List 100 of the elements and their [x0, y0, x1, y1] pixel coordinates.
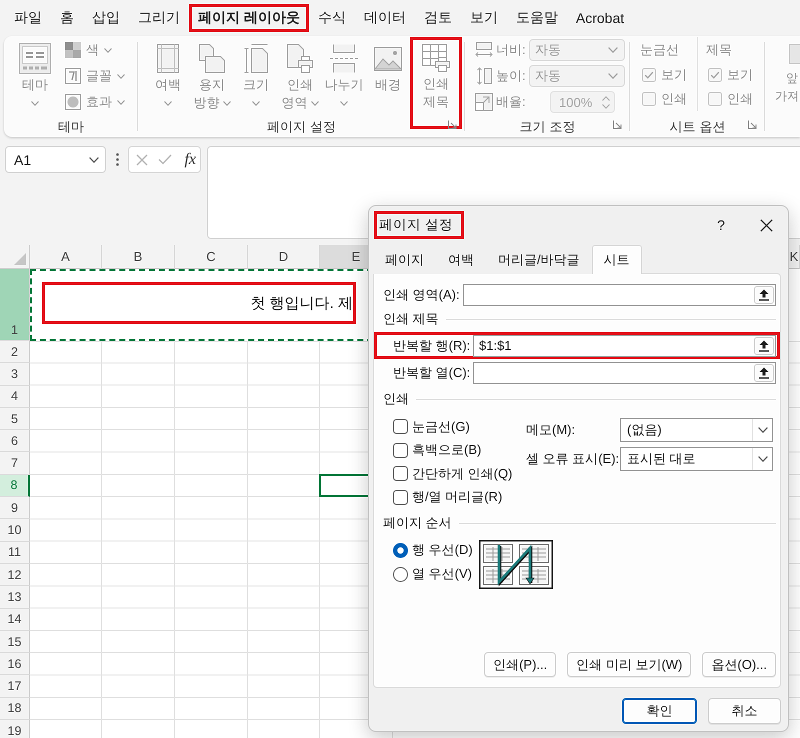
- field-label: 배율:: [496, 93, 527, 111]
- cell-text: 첫 행입니다. 제: [250, 294, 353, 312]
- collapse-button[interactable]: [754, 286, 774, 304]
- menu-tab[interactable]: 파일: [5, 4, 51, 32]
- row-header[interactable]: 1: [0, 269, 30, 341]
- row-header[interactable]: 2: [0, 341, 30, 364]
- help-button[interactable]: ?: [707, 211, 735, 239]
- checkbox[interactable]: [393, 419, 408, 434]
- row-header[interactable]: 12: [0, 564, 30, 586]
- page-break-icon: [330, 44, 358, 73]
- checkbox[interactable]: [642, 92, 656, 106]
- row-header[interactable]: 17: [0, 675, 30, 698]
- chevron-down-icon: [608, 47, 618, 53]
- column-header[interactable]: B: [102, 245, 175, 269]
- dialog-button[interactable]: 인쇄 미리 보기(W): [567, 652, 692, 677]
- radio-label[interactable]: 행 우선(D): [412, 541, 473, 559]
- radio-label[interactable]: 열 우선(V): [412, 565, 472, 583]
- chevron-down-icon: [89, 156, 99, 162]
- dialog-launcher-button[interactable]: [448, 120, 458, 130]
- dropdown-field[interactable]: (없음): [620, 418, 773, 442]
- chevron-down-icon: [608, 73, 618, 79]
- menu-tab[interactable]: Acrobat: [566, 4, 634, 32]
- input-field[interactable]: [463, 284, 776, 306]
- radio-button[interactable]: [393, 542, 408, 558]
- row-header[interactable]: 16: [0, 653, 30, 676]
- arrow-up-icon: [759, 366, 769, 378]
- checkbox[interactable]: [708, 68, 722, 82]
- checkbox-label[interactable]: 행/열 머리글(R): [412, 488, 502, 506]
- circle-icon: [65, 94, 81, 110]
- resize-box-icon: [475, 93, 493, 111]
- checkbox-label[interactable]: 간단하게 인쇄(Q): [412, 464, 512, 483]
- page-printer-icon: [287, 44, 313, 73]
- menu-tab[interactable]: 검토: [414, 4, 461, 32]
- menu-tab[interactable]: 수식: [308, 4, 355, 32]
- field-label: 반복할 행(R):: [393, 336, 470, 354]
- row-header[interactable]: 9: [0, 497, 30, 520]
- chevron-down-icon: [758, 456, 768, 462]
- field-label: 인쇄 영역(A):: [383, 286, 460, 304]
- row-header[interactable]: 3: [0, 363, 30, 386]
- option-heading: 눈금선: [640, 41, 680, 59]
- spin-down-icon: [602, 104, 610, 108]
- column-header[interactable]: C: [175, 245, 248, 269]
- page-margins-icon: [157, 44, 179, 73]
- section-heading: 인쇄 제목: [383, 310, 439, 328]
- dialog-launcher-button[interactable]: [748, 120, 758, 130]
- menu-tab[interactable]: 그리기: [129, 4, 189, 32]
- row-header[interactable]: 8: [0, 474, 30, 498]
- column-header[interactable]: K: [789, 245, 800, 269]
- grid-printer-icon: [422, 44, 450, 72]
- row-header[interactable]: 4: [0, 386, 30, 408]
- menu-tab[interactable]: 도움말: [506, 4, 567, 32]
- column-header[interactable]: A: [30, 245, 102, 269]
- group-title: 페이지 설정: [267, 118, 336, 136]
- checkbox-label[interactable]: 흑백으로(B): [412, 441, 482, 460]
- column-header[interactable]: D: [248, 245, 320, 269]
- menu-tab[interactable]: 홈: [51, 4, 83, 32]
- row-header[interactable]: 7: [0, 452, 30, 475]
- dialog-button[interactable]: 옵션(O)...: [702, 652, 776, 677]
- tab[interactable]: 시트: [592, 245, 642, 274]
- row-header[interactable]: 13: [0, 586, 30, 609]
- dialog-button[interactable]: 인쇄(P)...: [484, 652, 556, 677]
- height-arrows-icon: [475, 67, 493, 85]
- input-field[interactable]: [473, 362, 776, 384]
- cancel-button[interactable]: 취소: [708, 698, 781, 724]
- checkbox[interactable]: [393, 442, 408, 458]
- checkbox[interactable]: [393, 466, 408, 482]
- group-title: 시트 옵션: [670, 118, 726, 136]
- theme-icon: [19, 43, 51, 74]
- field-label: 너비:: [496, 41, 527, 59]
- collapse-button[interactable]: [754, 364, 774, 382]
- group-title: 테마: [58, 118, 84, 136]
- input-field[interactable]: $1:$1: [473, 334, 776, 356]
- checkbox[interactable]: [393, 490, 408, 505]
- row-header[interactable]: 11: [0, 542, 30, 564]
- row-header[interactable]: 14: [0, 608, 30, 631]
- page-order-icon: [479, 540, 553, 589]
- checkbox[interactable]: [708, 92, 722, 106]
- row-header[interactable]: 15: [0, 630, 30, 654]
- menu-tab[interactable]: 페이지 레이아웃: [189, 4, 309, 32]
- collapse-button[interactable]: [754, 336, 774, 354]
- dialog-launcher-button[interactable]: [613, 120, 623, 130]
- dialog-launcher-icon: [448, 120, 457, 129]
- menu-tab[interactable]: 보기: [460, 4, 507, 32]
- checkbox[interactable]: [642, 68, 656, 82]
- name-box[interactable]: A1: [5, 146, 106, 173]
- dialog-title: 페이지 설정: [374, 211, 464, 239]
- row-header[interactable]: 18: [0, 698, 30, 720]
- spin-up-icon: [602, 96, 610, 100]
- insert-function-button[interactable]: fx: [184, 150, 196, 168]
- row-header[interactable]: 10: [0, 519, 30, 542]
- radio-button[interactable]: [393, 566, 408, 582]
- dropdown-field[interactable]: 표시된 대로: [620, 447, 773, 471]
- menu-tab[interactable]: 삽입: [83, 4, 129, 32]
- menu-tab[interactable]: 데이터: [354, 4, 415, 32]
- ok-button[interactable]: 확인: [622, 698, 697, 724]
- row-header[interactable]: 6: [0, 430, 30, 452]
- pages-icon: [199, 44, 225, 73]
- row-header[interactable]: 5: [0, 408, 30, 430]
- check-icon[interactable]: [158, 154, 172, 165]
- checkbox-label[interactable]: 눈금선(G): [412, 418, 470, 436]
